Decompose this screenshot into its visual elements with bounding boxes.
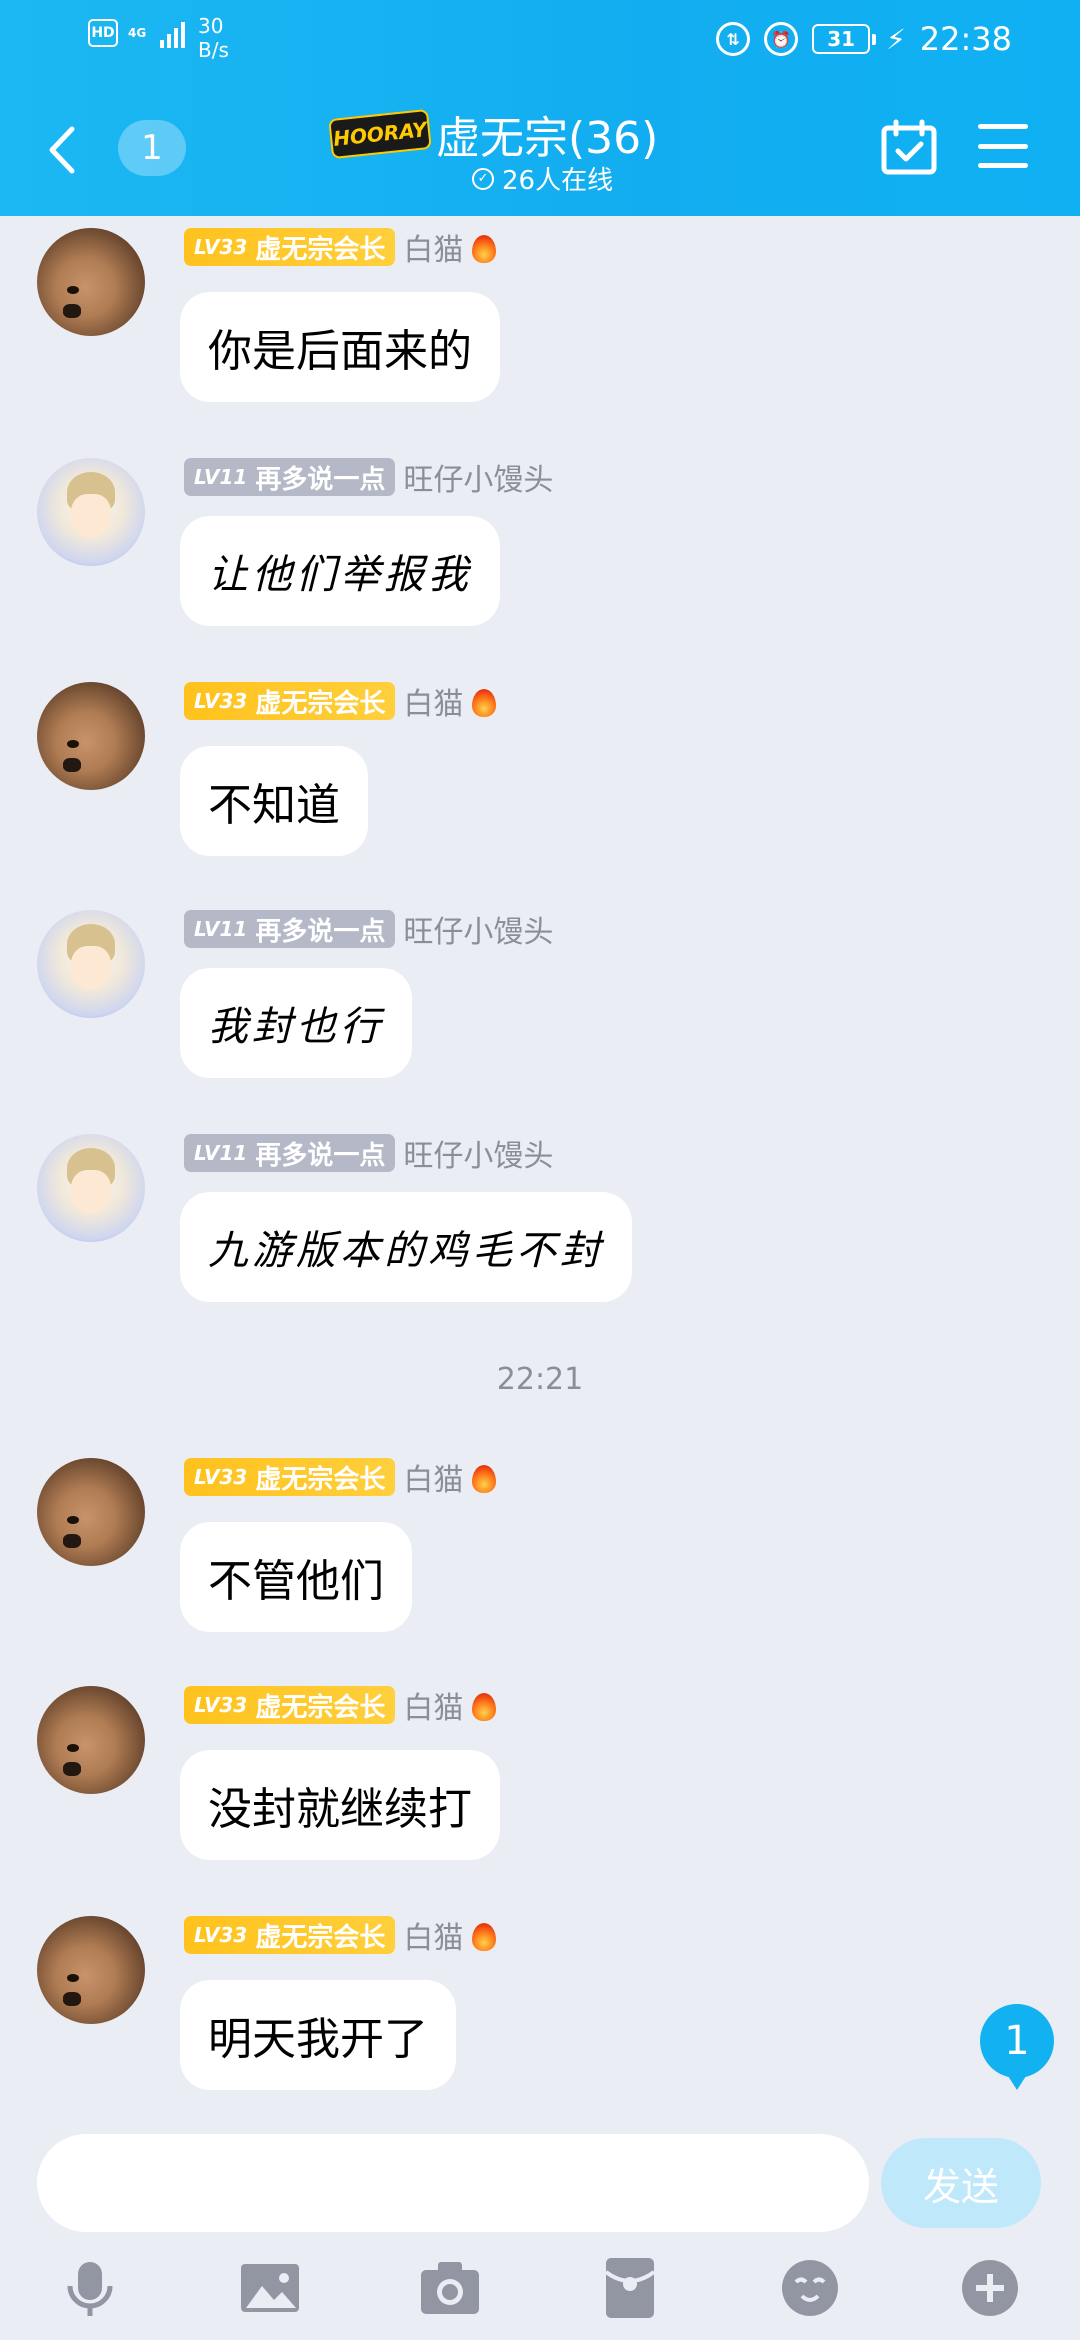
signal-icon xyxy=(160,18,185,48)
level-label: LV33 xyxy=(194,1693,248,1717)
sender-meta: LV11 再多说一点 旺仔小馒头 xyxy=(184,907,553,951)
message-bubble[interactable]: 九游版本的鸡毛不封 xyxy=(180,1192,632,1302)
network-type: 4G xyxy=(128,25,147,40)
camera-icon[interactable] xyxy=(418,2256,482,2320)
title-label: 虚无宗会长 xyxy=(255,1464,386,1495)
sender-name[interactable]: 旺仔小馒头 xyxy=(403,1131,553,1175)
member-title-badge: LV11 再多说一点 xyxy=(184,458,396,496)
message-bubble[interactable]: 明天我开了 xyxy=(180,1980,456,2090)
net-speed-unit: B/s xyxy=(198,38,229,62)
avatar[interactable] xyxy=(37,910,145,1018)
avatar[interactable] xyxy=(37,458,145,566)
group-title-area[interactable]: HOORAY 虚无宗(36) xyxy=(328,102,659,166)
message-input[interactable] xyxy=(37,2134,869,2232)
sender-meta: LV11 再多说一点 旺仔小馒头 xyxy=(184,1131,553,1175)
avatar[interactable] xyxy=(37,1916,145,2024)
message-bubble[interactable]: 我封也行 xyxy=(180,968,412,1078)
level-label: LV33 xyxy=(194,689,248,713)
image-icon[interactable] xyxy=(238,2256,302,2320)
avatar[interactable] xyxy=(37,1134,145,1242)
hd-icon: HD xyxy=(88,19,118,47)
avatar[interactable] xyxy=(37,228,145,336)
group-logo: HOORAY xyxy=(328,108,432,160)
new-message-indicator[interactable]: 1 xyxy=(980,2004,1054,2090)
status-time: 22:38 xyxy=(919,20,1012,58)
level-label: LV11 xyxy=(194,465,248,489)
sender-name[interactable]: 白猫 xyxy=(403,679,463,723)
avatar[interactable] xyxy=(37,1686,145,1794)
chat-header: HD 4G 30 B/s ⇅ ⏰ 31 ⚡ 22:38 1 HOORAY 虚无宗… xyxy=(0,0,1080,216)
level-label: LV33 xyxy=(194,235,248,259)
online-check-icon: ✓ xyxy=(472,167,494,190)
sender-meta: LV33 虚无宗会长 白猫 xyxy=(184,1455,499,1499)
status-bar: HD 4G 30 B/s ⇅ ⏰ 31 ⚡ 22:38 xyxy=(0,0,1080,80)
net-speed: 30 B/s xyxy=(198,14,229,62)
data-saver-icon: ⇅ xyxy=(716,22,751,56)
send-button[interactable]: 发送 xyxy=(881,2138,1041,2228)
red-packet-icon[interactable] xyxy=(598,2256,662,2320)
alarm-icon: ⏰ xyxy=(764,22,799,56)
sender-meta: LV33 虚无宗会长 白猫 xyxy=(184,1913,499,1957)
calendar-button[interactable] xyxy=(880,118,938,176)
title-label: 再多说一点 xyxy=(255,916,386,947)
input-toolbar xyxy=(0,2240,1080,2340)
fire-icon xyxy=(469,683,499,719)
member-title-badge: LV33 虚无宗会长 xyxy=(184,228,396,266)
status-right: ⇅ ⏰ 31 ⚡ 22:38 xyxy=(716,20,1012,58)
title-label: 虚无宗会长 xyxy=(255,688,386,719)
sender-name[interactable]: 白猫 xyxy=(403,225,463,269)
title-label: 虚无宗会长 xyxy=(255,1692,386,1723)
member-title-badge: LV33 虚无宗会长 xyxy=(184,1686,396,1724)
title-label: 虚无宗会长 xyxy=(255,234,386,265)
level-label: LV11 xyxy=(194,917,248,941)
avatar[interactable] xyxy=(37,1458,145,1566)
sender-meta: LV33 虚无宗会长 白猫 xyxy=(184,225,499,269)
calendar-check-icon xyxy=(881,119,937,175)
level-label: LV11 xyxy=(194,1141,248,1165)
sender-name[interactable]: 白猫 xyxy=(403,1913,463,1957)
title-label: 虚无宗会长 xyxy=(255,1922,386,1953)
message-bubble[interactable]: 你是后面来的 xyxy=(180,292,500,402)
net-speed-value: 30 xyxy=(198,14,224,38)
fire-icon xyxy=(469,1917,499,1953)
group-title: 虚无宗(36) xyxy=(436,113,659,164)
message-bubble[interactable]: 没封就继续打 xyxy=(180,1750,500,1860)
fire-icon xyxy=(469,229,499,265)
online-count: 26人在线 xyxy=(502,166,614,196)
back-button[interactable] xyxy=(40,120,84,180)
online-status: ✓ 26人在线 xyxy=(472,160,613,197)
sender-name[interactable]: 旺仔小馒头 xyxy=(403,907,553,951)
message-bubble[interactable]: 不管他们 xyxy=(180,1522,412,1632)
microphone-icon[interactable] xyxy=(58,2256,122,2320)
sender-meta: LV33 虚无宗会长 白猫 xyxy=(184,1683,499,1727)
emoji-icon[interactable] xyxy=(778,2256,842,2320)
level-label: LV33 xyxy=(194,1465,248,1489)
avatar[interactable] xyxy=(37,682,145,790)
title-label: 再多说一点 xyxy=(255,1140,386,1171)
unread-count-badge[interactable]: 1 xyxy=(118,120,186,176)
status-left: HD 4G xyxy=(88,18,185,48)
fire-icon xyxy=(469,1687,499,1723)
back-arrow-icon xyxy=(49,126,75,174)
menu-button[interactable] xyxy=(978,124,1028,168)
time-separator: 22:21 xyxy=(496,1362,584,1397)
member-title-badge: LV11 再多说一点 xyxy=(184,910,396,948)
plus-icon[interactable] xyxy=(958,2256,1022,2320)
sender-meta: LV33 虚无宗会长 白猫 xyxy=(184,679,499,723)
member-title-badge: LV33 虚无宗会长 xyxy=(184,682,396,720)
charging-icon: ⚡ xyxy=(886,22,906,56)
member-title-badge: LV33 虚无宗会长 xyxy=(184,1458,396,1496)
sender-meta: LV11 再多说一点 旺仔小馒头 xyxy=(184,455,553,499)
level-label: LV33 xyxy=(194,1923,248,1947)
sender-name[interactable]: 白猫 xyxy=(403,1455,463,1499)
member-title-badge: LV33 虚无宗会长 xyxy=(184,1916,396,1954)
fire-icon xyxy=(469,1459,499,1495)
message-bubble[interactable]: 不知道 xyxy=(180,746,368,856)
battery-icon: 31 xyxy=(812,24,877,54)
message-bubble[interactable]: 让他们举报我 xyxy=(180,516,500,626)
title-label: 再多说一点 xyxy=(255,464,386,495)
member-title-badge: LV11 再多说一点 xyxy=(184,1134,396,1172)
sender-name[interactable]: 白猫 xyxy=(403,1683,463,1727)
sender-name[interactable]: 旺仔小馒头 xyxy=(403,455,553,499)
